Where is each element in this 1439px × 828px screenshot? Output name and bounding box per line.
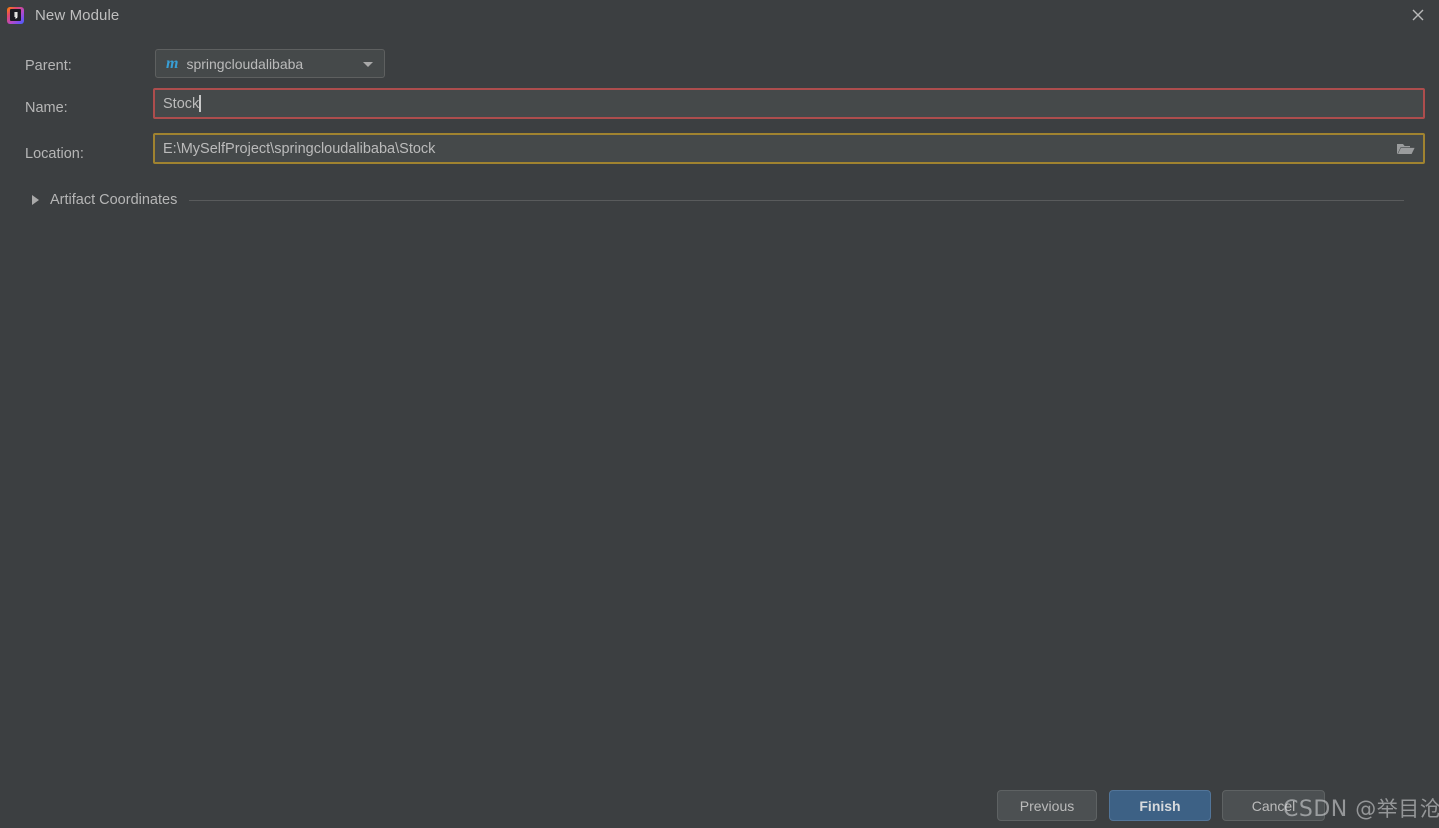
location-input-value: E:\MySelfProject\springcloudalibaba\Stoc…	[163, 140, 436, 157]
artifact-coordinates-section[interactable]: Artifact Coordinates	[0, 188, 1439, 212]
section-separator	[189, 199, 1405, 201]
new-module-form: Parent: m springcloudalibaba Name: Stock…	[0, 44, 1439, 177]
parent-label: Parent:	[25, 58, 72, 74]
name-input[interactable]: Stock	[153, 88, 1425, 119]
maven-module-icon: m	[166, 54, 179, 72]
previous-button[interactable]: Previous	[997, 790, 1097, 821]
title-bar: New Module	[0, 0, 1439, 30]
location-input[interactable]: E:\MySelfProject\springcloudalibaba\Stoc…	[153, 133, 1425, 164]
name-label: Name:	[25, 100, 68, 116]
browse-folder-button[interactable]	[1396, 141, 1416, 157]
parent-row: Parent: m springcloudalibaba	[0, 44, 1439, 88]
window-title: New Module	[35, 6, 120, 24]
chevron-right-icon	[32, 195, 39, 205]
text-caret	[199, 95, 201, 112]
artifact-coordinates-label: Artifact Coordinates	[50, 192, 178, 208]
folder-icon	[1397, 144, 1415, 154]
parent-selected-value: springcloudalibaba	[186, 55, 304, 72]
location-label: Location:	[25, 146, 84, 162]
parent-dropdown[interactable]: m springcloudalibaba	[155, 49, 385, 78]
chevron-down-icon	[363, 62, 373, 67]
location-row: Location: E:\MySelfProject\springcloudal…	[0, 133, 1439, 177]
finish-button[interactable]: Finish	[1109, 790, 1211, 821]
name-input-value: Stock	[163, 95, 200, 112]
close-button[interactable]	[1403, 3, 1433, 27]
intellij-idea-icon	[7, 7, 24, 24]
dialog-footer: Previous Finish Cancel	[0, 790, 1439, 828]
close-icon	[1412, 9, 1424, 21]
cancel-button[interactable]: Cancel	[1222, 790, 1325, 821]
name-row: Name: Stock	[0, 88, 1439, 133]
